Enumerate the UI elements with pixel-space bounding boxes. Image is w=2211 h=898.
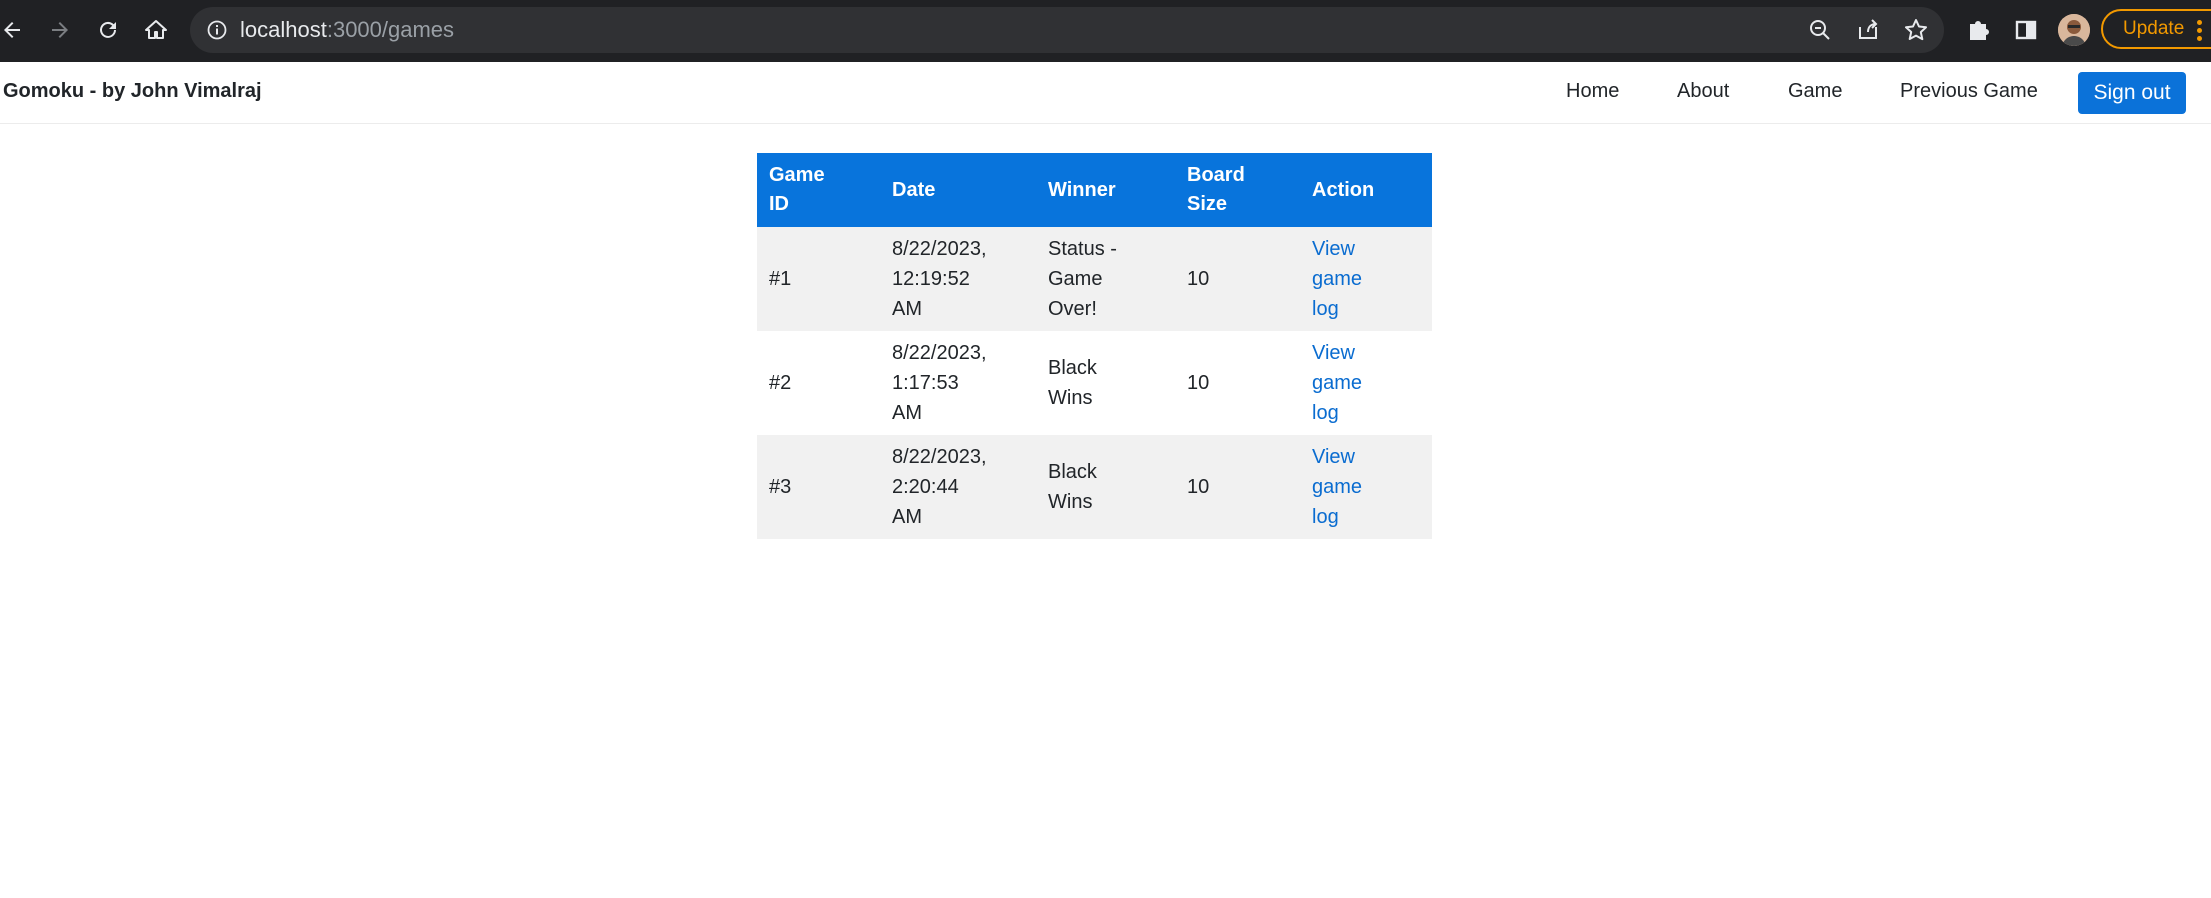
url-host: localhost	[240, 17, 327, 42]
nav-game[interactable]: Game	[1788, 80, 1842, 103]
brand-title[interactable]: Gomoku - by John Vimalraj	[3, 80, 262, 103]
cell-board-size: 10	[1175, 227, 1300, 331]
table-header-row: Game ID Date Winner Board Size Action	[757, 153, 1432, 227]
extensions-icon[interactable]	[1962, 14, 1994, 46]
header-date: Date	[880, 153, 1036, 227]
nav-home[interactable]: Home	[1566, 80, 1619, 103]
header-winner: Winner	[1036, 153, 1175, 227]
cell-action: View game log	[1300, 227, 1432, 331]
address-bar[interactable]: localhost:3000/games	[190, 7, 1944, 53]
bookmark-star-icon[interactable]	[1903, 17, 1929, 43]
cell-board-size: 10	[1175, 331, 1300, 435]
cell-game-id: #1	[757, 227, 880, 331]
side-panel-icon[interactable]	[2010, 14, 2042, 46]
url-path: :3000/games	[326, 17, 455, 42]
browser-toolbar: localhost:3000/games Update	[0, 0, 2211, 62]
cell-board-size: 10	[1175, 435, 1300, 539]
cell-game-id: #2	[757, 331, 880, 435]
nav-about[interactable]: About	[1677, 80, 1729, 103]
view-game-log-link[interactable]: View game log	[1312, 442, 1420, 532]
cell-winner: Black Wins	[1036, 435, 1175, 539]
url-text[interactable]: localhost:3000/games	[240, 17, 454, 43]
share-icon[interactable]	[1855, 17, 1881, 43]
site-info-icon[interactable]	[206, 19, 228, 41]
update-button[interactable]: Update	[2101, 9, 2211, 49]
back-icon[interactable]	[0, 12, 30, 48]
cell-date: 8/22/2023, 2:20:44 AM	[880, 435, 1036, 539]
cell-game-id: #3	[757, 435, 880, 539]
profile-avatar[interactable]	[2058, 14, 2090, 46]
cell-winner: Status - Game Over!	[1036, 227, 1175, 331]
cell-action: View game log	[1300, 435, 1432, 539]
cell-action: View game log	[1300, 331, 1432, 435]
view-game-log-link[interactable]: View game log	[1312, 234, 1420, 324]
nav-previous-game[interactable]: Previous Game	[1900, 80, 2038, 103]
app-navbar: Gomoku - by John Vimalraj Home About Gam…	[0, 62, 2211, 124]
cell-date: 8/22/2023, 12:19:52 AM	[880, 227, 1036, 331]
cell-winner: Black Wins	[1036, 331, 1175, 435]
games-table: Game ID Date Winner Board Size Action #1…	[757, 153, 1432, 539]
header-action: Action	[1300, 153, 1432, 227]
header-board-size: Board Size	[1175, 153, 1300, 227]
zoom-icon[interactable]	[1807, 17, 1833, 43]
table-row: #2 8/22/2023, 1:17:53 AM Black Wins 10 V…	[757, 331, 1432, 435]
reload-icon[interactable]	[90, 12, 126, 48]
view-game-log-link[interactable]: View game log	[1312, 338, 1420, 428]
cell-date: 8/22/2023, 1:17:53 AM	[880, 331, 1036, 435]
header-game-id: Game ID	[757, 153, 880, 227]
more-menu-icon[interactable]	[2197, 20, 2203, 42]
table-row: #1 8/22/2023, 12:19:52 AM Status - Game …	[757, 227, 1432, 331]
table-row: #3 8/22/2023, 2:20:44 AM Black Wins 10 V…	[757, 435, 1432, 539]
sign-out-button[interactable]: Sign out	[2078, 72, 2186, 114]
forward-icon[interactable]	[42, 12, 78, 48]
home-icon[interactable]	[138, 12, 174, 48]
